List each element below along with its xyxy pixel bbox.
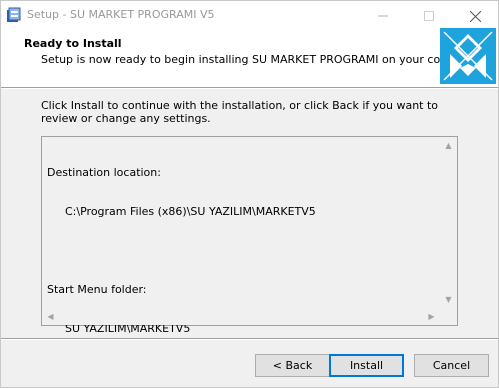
intro-text: Click Install to continue with the insta…	[41, 99, 439, 125]
close-button[interactable]	[452, 1, 498, 31]
maximize-icon	[424, 11, 434, 21]
back-button[interactable]: < Back	[255, 354, 330, 377]
setup-wizard-logo-icon	[440, 28, 496, 84]
maximize-button[interactable]	[406, 1, 452, 31]
minimize-icon	[378, 15, 388, 17]
vertical-scrollbar[interactable]: ▲ ▼	[440, 137, 457, 308]
close-icon	[469, 10, 481, 22]
page-title: Ready to Install	[24, 37, 122, 50]
scroll-right-arrow-icon[interactable]: ▶	[423, 308, 440, 325]
destination-value: C:\Program Files (x86)\SU YAZILIM\MARKET…	[65, 205, 316, 218]
memo-content: Destination location: C:\Program Files (…	[47, 140, 316, 361]
wizard-header: Ready to Install Setup is now ready to b…	[1, 28, 498, 87]
minimize-button[interactable]	[360, 1, 406, 31]
start-menu-label: Start Menu folder:	[47, 283, 147, 296]
horizontal-scrollbar[interactable]: ◀ ▶	[42, 308, 440, 325]
install-button[interactable]: Install	[329, 354, 404, 377]
scroll-down-arrow-icon[interactable]: ▼	[440, 291, 457, 308]
page-subtitle: Setup is now ready to begin installing S…	[41, 53, 483, 66]
destination-label: Destination location:	[47, 166, 161, 179]
ready-memo[interactable]: Destination location: C:\Program Files (…	[41, 136, 458, 335]
setup-app-icon	[6, 7, 22, 23]
title-bar[interactable]: Setup - SU MARKET PROGRAMI V5	[1, 1, 498, 31]
scrollbar-corner	[440, 308, 457, 325]
cancel-button[interactable]: Cancel	[414, 354, 489, 377]
setup-window: Setup - SU MARKET PROGRAMI V5 Ready to I…	[0, 0, 499, 388]
scroll-up-arrow-icon[interactable]: ▲	[440, 137, 457, 154]
window-title: Setup - SU MARKET PROGRAMI V5	[27, 8, 215, 21]
scroll-left-arrow-icon[interactable]: ◀	[42, 308, 59, 325]
